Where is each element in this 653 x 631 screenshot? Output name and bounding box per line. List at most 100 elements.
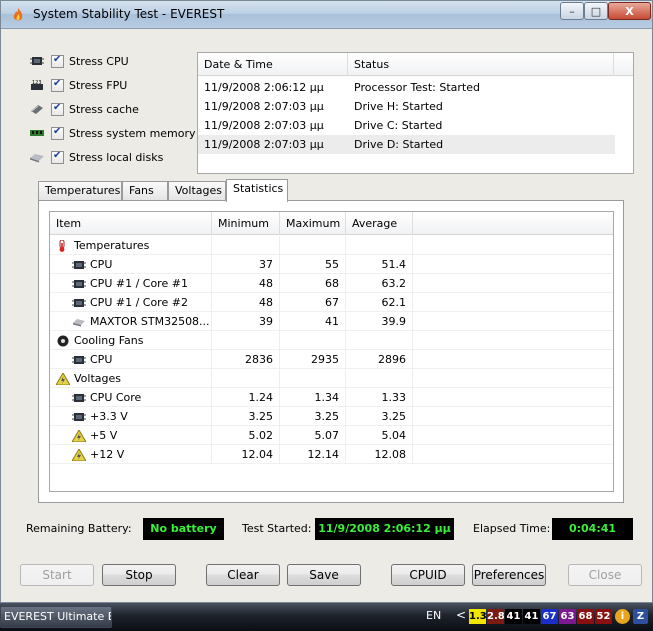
stats-average-cell: 5.04 [346, 426, 413, 445]
info-icon[interactable]: i [615, 609, 630, 624]
cpuid-button[interactable]: CPUID [391, 564, 465, 586]
maximize-button[interactable]: □ [584, 2, 608, 20]
stats-row[interactable]: MAXTOR STM32508... 39 41 39.9 [50, 312, 613, 331]
stress-cache-checkbox[interactable] [51, 102, 64, 116]
tray-value-badge[interactable]: 1.3 [469, 609, 487, 624]
stats-group-row[interactable]: Cooling Fans [50, 331, 613, 350]
log-row[interactable]: 11/9/2008 2:06:12 μμ Processor Test: Sta… [198, 78, 615, 97]
stats-column-minimum[interactable]: Minimum [212, 212, 280, 235]
tray-value-badge[interactable]: 41 [523, 609, 540, 624]
voltage-icon [71, 448, 87, 462]
stats-row[interactable]: CPU 2836 2935 2896 [50, 350, 613, 369]
stats-minimum-cell: 39 [212, 312, 280, 331]
stats-minimum-cell: 1.24 [212, 388, 280, 407]
stress-fpu-option[interactable]: 123 Stress FPU [29, 75, 127, 95]
voltage-icon [55, 372, 71, 386]
stress-memory-option[interactable]: Stress system memory [29, 123, 196, 143]
cpu-chip-icon [30, 57, 44, 65]
clear-button[interactable]: Clear [206, 564, 280, 586]
tray-value-badge[interactable]: 2.8 [487, 609, 505, 624]
stress-cpu-option[interactable]: Stress CPU [29, 51, 129, 71]
stats-column-maximum[interactable]: Maximum [280, 212, 346, 235]
stats-filler-cell [413, 350, 613, 369]
log-status: Drive C: Started [354, 119, 443, 132]
stop-button[interactable]: Stop [102, 564, 176, 586]
stats-filler-cell [413, 426, 613, 445]
log-row[interactable]: 11/9/2008 2:07:03 μμ Drive C: Started [198, 116, 615, 135]
stats-column-average[interactable]: Average [346, 212, 413, 235]
stats-minimum-cell [212, 369, 280, 388]
cpu-chip-icon [72, 353, 86, 365]
memory-module-icon [30, 130, 44, 136]
tab-fans[interactable]: Fans [122, 181, 168, 201]
stats-row[interactable]: CPU #1 / Core #1 48 68 63.2 [50, 274, 613, 293]
stats-item-label: Cooling Fans [74, 334, 144, 347]
stats-average-cell [346, 369, 413, 388]
stats-column-item[interactable]: Item [50, 212, 212, 235]
tray-value-badge[interactable]: 67 [541, 609, 558, 624]
stress-cache-option[interactable]: Stress cache [29, 99, 139, 119]
stats-row[interactable]: CPU #1 / Core #2 48 67 62.1 [50, 293, 613, 312]
test-started-value: 11/9/2008 2:06:12 μμ [315, 518, 454, 540]
tray-value-badge[interactable]: 68 [577, 609, 594, 624]
cpu-chip-icon [72, 277, 86, 289]
log-row[interactable]: 11/9/2008 2:07:03 μμ Drive D: Started [198, 135, 615, 154]
title-bar[interactable]: System Stability Test - EVEREST – □ X [1, 1, 652, 29]
stats-minimum-cell: 2836 [212, 350, 280, 369]
z-app-icon[interactable]: Z [633, 609, 648, 624]
statistics-table[interactable]: Item Minimum Maximum Average Temperature… [49, 211, 614, 492]
stats-item-label: CPU #1 / Core #1 [90, 277, 188, 290]
stress-fpu-checkbox[interactable] [51, 78, 64, 92]
stats-average-cell: 62.1 [346, 293, 413, 312]
tab-statistics[interactable]: Statistics [226, 179, 288, 202]
log-status: Processor Test: Started [354, 81, 480, 94]
preferences-button[interactable]: Preferences [472, 564, 546, 586]
stats-group-row[interactable]: Temperatures [50, 236, 613, 255]
voltage-icon [71, 429, 87, 443]
save-button[interactable]: Save [287, 564, 361, 586]
stats-item-cell: +3.3 V [50, 407, 212, 426]
stats-group-row[interactable]: Voltages [50, 369, 613, 388]
stats-maximum-cell: 12.14 [280, 445, 346, 464]
log-column-status[interactable]: Status [348, 53, 614, 76]
log-time: 11/9/2008 2:06:12 μμ [204, 81, 324, 94]
start-button[interactable]: Start [20, 564, 94, 586]
log-row[interactable]: 11/9/2008 2:07:03 μμ Drive H: Started [198, 97, 615, 116]
language-indicator[interactable]: EN [426, 609, 441, 622]
stress-disks-option[interactable]: Stress local disks [29, 147, 163, 167]
stats-row[interactable]: +5 V 5.02 5.07 5.04 [50, 426, 613, 445]
stats-average-cell: 39.9 [346, 312, 413, 331]
stress-memory-label: Stress system memory [69, 126, 196, 140]
stats-row[interactable]: +3.3 V 3.25 3.25 3.25 [50, 407, 613, 426]
tray-value-badge[interactable]: 52 [595, 609, 612, 624]
stats-item-label: Voltages [74, 372, 121, 385]
close-button[interactable]: Close [568, 564, 642, 586]
stats-item-label: +12 V [90, 448, 125, 461]
stress-memory-checkbox[interactable] [51, 126, 64, 140]
stats-maximum-cell [280, 369, 346, 388]
stats-item-label: CPU [90, 353, 113, 366]
tab-voltages[interactable]: Voltages [168, 181, 226, 201]
stats-minimum-cell: 5.02 [212, 426, 280, 445]
everest-window: System Stability Test - EVEREST – □ X St… [0, 0, 653, 603]
tab-temperatures[interactable]: Temperatures [38, 181, 122, 201]
stats-row[interactable]: CPU Core 1.24 1.34 1.33 [50, 388, 613, 407]
stress-cpu-checkbox[interactable] [51, 54, 64, 68]
minimize-button[interactable]: – [560, 2, 584, 20]
window-title: System Stability Test - EVEREST [33, 7, 225, 21]
stats-filler-cell [413, 369, 613, 388]
stress-disks-checkbox[interactable] [51, 150, 64, 164]
show-hidden-icons-button[interactable]: < [456, 608, 466, 622]
taskbar-everest-button[interactable]: EVEREST Ultimate E... [0, 606, 112, 628]
stats-row[interactable]: CPU 37 55 51.4 [50, 255, 613, 274]
log-column-datetime[interactable]: Date & Time [198, 53, 348, 76]
stats-maximum-cell [280, 331, 346, 350]
test-log-list[interactable]: Date & Time Status 11/9/2008 2:06:12 μμ … [197, 52, 634, 174]
tray-value-badge[interactable]: 63 [559, 609, 576, 624]
stats-maximum-cell: 2935 [280, 350, 346, 369]
tray-value-badge[interactable]: 41 [505, 609, 522, 624]
stats-row[interactable]: +12 V 12.04 12.14 12.08 [50, 445, 613, 464]
stats-minimum-cell [212, 236, 280, 255]
stats-filler-cell [413, 236, 613, 255]
close-window-button[interactable]: X [608, 2, 651, 20]
